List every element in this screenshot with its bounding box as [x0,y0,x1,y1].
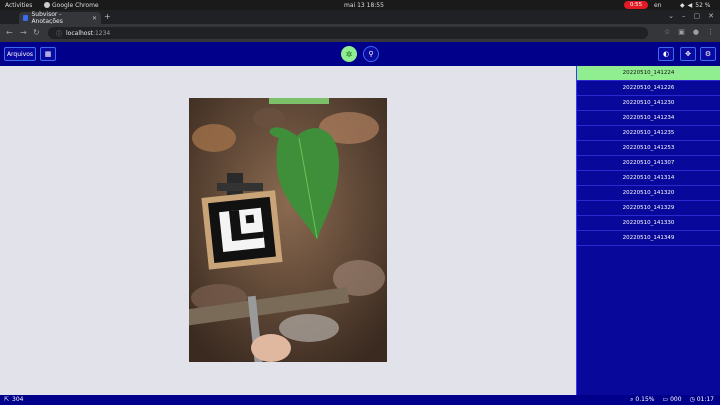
forward-icon[interactable]: → [20,28,27,37]
network-icon: ◆ [680,1,685,9]
keyboard-layout[interactable]: en [654,2,662,9]
status-left: ⇱ 304 [4,396,23,403]
app-menu[interactable]: Google Chrome [44,2,99,9]
files-button[interactable]: Arquivos [4,47,36,61]
file-list-item[interactable]: 20220510_141329 [577,201,720,216]
file-list-item[interactable]: 20220510_141349 [577,231,720,246]
file-list-item[interactable]: 20220510_141235 [577,126,720,141]
close-tab-icon[interactable]: ✕ [92,15,97,22]
new-tab-button[interactable]: + [104,12,111,21]
cursor-icon: ⇱ [4,396,10,403]
grid-icon: ▦ [44,50,52,58]
file-list-item[interactable]: 20220510_141234 [577,111,720,126]
tool-mode-button[interactable]: ⚲ [363,46,379,62]
profile-icon[interactable]: ● [693,28,699,36]
info-icon[interactable]: ⓘ [56,29,62,38]
browser-actions: ☆ ▣ ● ⋮ [664,28,714,36]
reload-icon[interactable]: ↻ [33,28,40,37]
activities-button[interactable]: Activities [5,2,32,9]
zoom-icon: ⌕ [630,396,634,403]
back-icon[interactable]: ← [6,28,13,37]
settings-button[interactable]: ⚙ [700,47,716,61]
status-right: ⌕ 0.15% ▭ 000 ◷ 01:17 [630,396,714,404]
system-status-area[interactable]: ◆ ◀ 52 % [680,2,711,9]
file-list-item[interactable]: 20220510_141307 [577,156,720,171]
object-count: 000 [670,396,682,403]
file-list-item[interactable]: 20220510_141314 [577,171,720,186]
battery-level: 52 % [695,1,711,9]
elapsed-time: 01:17 [696,396,714,403]
annotated-photo[interactable] [189,98,387,362]
favicon-icon [23,15,29,21]
clock-icon: ◷ [689,396,695,403]
theme-toggle-button[interactable]: ◐ [658,47,674,61]
tab-title: Subvisor - Anotações [31,11,63,25]
file-list-item[interactable]: 20220510_141230 [577,96,720,111]
gear-icon: ⚙ [704,50,712,58]
wrench-icon: ⚲ [368,50,374,58]
menu-icon[interactable]: ⋮ [707,28,714,36]
puzzle-icon: ✥ [685,50,691,58]
zoom-level: 0.15% [635,396,655,403]
browser-address-bar: ← → ↻ ⓘ localhost:1234 ☆ ▣ ● ⋮ [0,24,720,42]
window-controls: ⌄ – ▢ ✕ [668,12,714,20]
app-status-bar: ⇱ 304 ⌕ 0.15% ▭ 000 ◷ 01:17 [0,395,720,405]
url-port: :1234 [92,29,111,37]
maximize-icon[interactable]: ▢ [694,12,701,20]
minimize-icon[interactable]: – [682,12,686,20]
file-list-item[interactable]: 20220510_141226 [577,81,720,96]
file-list-item[interactable]: 20220510_141224 [577,66,720,81]
clock[interactable]: mai 13 18:55 [344,2,384,9]
browser-tab-bar: Subvisor - Anotações ✕ + ⌄ – ▢ ✕ [0,10,720,25]
plugins-button[interactable]: ✥ [680,47,696,61]
url-host: localhost [66,29,93,37]
grid-view-button[interactable]: ▦ [40,47,56,61]
tab-search-icon[interactable]: ⌄ [668,12,674,20]
file-list-item[interactable]: 20220510_141253 [577,141,720,156]
frame-icon: ▭ [662,396,669,403]
extensions-icon[interactable]: ▣ [678,28,685,36]
contrast-icon: ◐ [662,50,670,58]
browser-tab[interactable]: Subvisor - Anotações ✕ [19,11,101,25]
status-left-value: 304 [12,396,24,403]
volume-icon: ◀ [687,1,693,9]
chrome-icon [44,2,50,8]
close-window-icon[interactable]: ✕ [708,12,714,20]
system-top-bar: Activities Google Chrome mai 13 18:55 0:… [0,0,720,10]
file-list-item[interactable]: 20220510_141330 [577,216,720,231]
app-toolbar: Arquivos ▦ ⎘ default ⌄ ✲ ⚲ ◐ ✥ ⚙ [0,42,720,99]
file-list-item[interactable]: 20220510_141320 [577,186,720,201]
bookmark-star-icon[interactable]: ☆ [664,28,670,36]
file-list-sidebar: 20220510_141224 20220510_141226 20220510_1… [576,66,720,395]
url-field[interactable]: ⓘ localhost:1234 [48,27,648,39]
app-name: Google Chrome [52,1,99,9]
photo-image [189,98,387,362]
annotation-mode-button[interactable]: ✲ [341,46,357,62]
recording-indicator[interactable]: 0:55 [624,1,648,9]
target-icon: ✲ [345,49,353,59]
